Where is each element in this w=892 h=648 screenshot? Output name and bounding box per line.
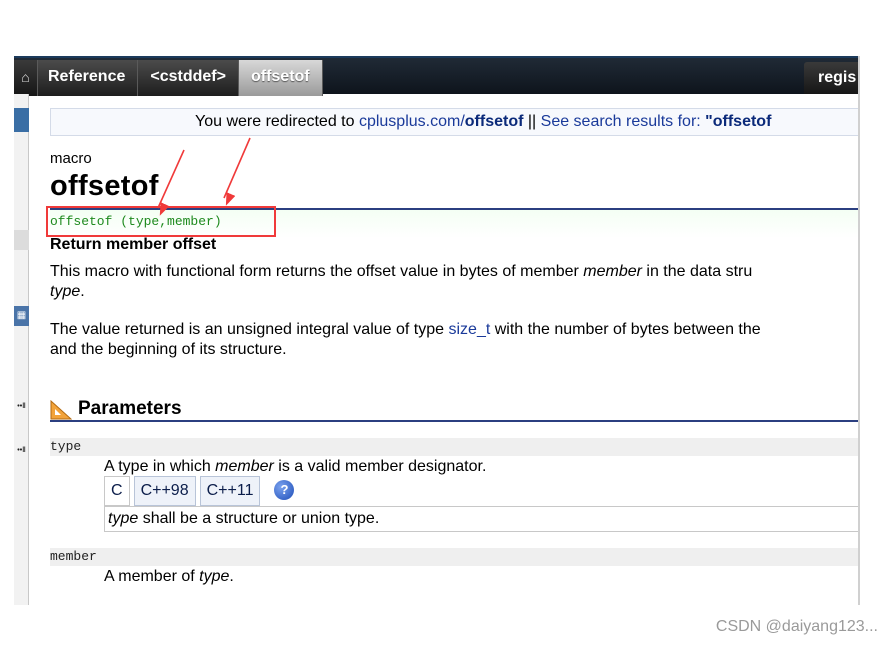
param-desc-type: A type in which member is a valid member…: [104, 458, 487, 475]
left-sidebar-strip: ▦ ••‖ ••‖ ••‖: [14, 94, 29, 605]
help-icon[interactable]: ?: [274, 480, 295, 500]
tab-c[interactable]: C: [104, 476, 130, 506]
redirect-prefix: You were redirected to: [195, 113, 359, 130]
section-subtitle: Return member offset: [50, 236, 217, 253]
param-desc-member: A member of type.: [104, 568, 234, 585]
browser-content-frame: ⌂ Reference <cstddef> offsetof regis ▦ •…: [14, 56, 860, 605]
annotation-arrow-right: [223, 137, 251, 206]
standard-tabs: C C++98 C++11 ?: [104, 476, 295, 506]
description-paragraph: This macro with functional form returns …: [50, 263, 753, 300]
search-results-link[interactable]: See search results for: "offsetof: [541, 113, 772, 130]
size-t-link[interactable]: size_t: [448, 321, 490, 338]
breadcrumb: ⌂ Reference <cstddef> offsetof: [14, 60, 323, 96]
param-name-member: member: [50, 548, 860, 566]
breadcrumb-offsetof[interactable]: offsetof: [238, 60, 323, 96]
tab-cpp11[interactable]: C++11: [199, 476, 261, 506]
tab-panel: type shall be a structure or union type.: [104, 506, 860, 532]
book-icon[interactable]: ▦: [14, 306, 29, 326]
sidebar-tab[interactable]: [14, 108, 29, 132]
breadcrumb-reference[interactable]: Reference: [38, 60, 139, 96]
register-button[interactable]: regis: [804, 62, 860, 94]
home-icon[interactable]: ⌂: [14, 60, 38, 96]
redirect-notice: You were redirected to cplusplus.com/off…: [50, 108, 860, 136]
top-navigation-bar: ⌂ Reference <cstddef> offsetof regis: [14, 56, 860, 96]
tab-cpp98[interactable]: C++98: [133, 476, 196, 506]
annotation-arrow-left: [157, 149, 185, 216]
parameters-heading: Parameters: [50, 398, 860, 422]
param-name-type: type: [50, 438, 860, 456]
redirect-separator: ||: [523, 113, 541, 130]
scrollbar[interactable]: [858, 56, 860, 605]
breadcrumb-cstddef[interactable]: <cstddef>: [138, 60, 239, 96]
main-content: You were redirected to cplusplus.com/off…: [46, 94, 860, 605]
parameters-divider: [50, 420, 860, 422]
return-value-paragraph: The value returned is an unsigned integr…: [50, 321, 761, 358]
watermark: CSDN @daiyang123...: [715, 618, 878, 635]
signal-icon: ••‖: [17, 447, 26, 454]
ruler-icon: [50, 400, 72, 420]
redirect-link[interactable]: cplusplus.com/offsetof: [359, 113, 523, 130]
entity-kind: macro: [50, 150, 92, 167]
sidebar-item[interactable]: [14, 230, 29, 250]
signal-icon: ••‖: [17, 403, 26, 410]
